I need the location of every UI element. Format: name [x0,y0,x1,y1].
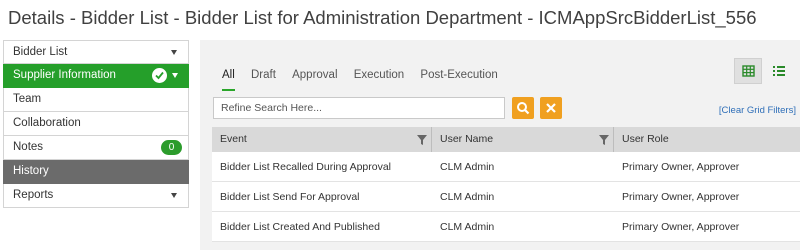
tab-post-execution[interactable]: Post-Execution [420,66,497,84]
cell-user-role: Primary Owner, Approver [622,191,740,203]
tab-execution[interactable]: Execution [354,66,405,84]
chevron-down-icon [171,193,177,198]
sidebar-item-bidder-list[interactable]: Bidder List [3,40,189,64]
column-header-user-name[interactable]: User Name [432,127,614,152]
close-icon [546,103,556,113]
column-header-label: User Role [622,133,669,145]
table-row[interactable]: Bidder List Created And Published CLM Ad… [212,212,800,242]
grid-view-icon [742,65,755,77]
notes-count-badge: 0 [161,140,182,155]
check-icon [152,68,167,83]
tab-draft[interactable]: Draft [251,66,276,84]
grid-header: Event User Name User Role [212,127,800,152]
cell-user-name: CLM Admin [440,191,495,203]
sidebar-item-label: Supplier Information [13,69,116,81]
sidebar-item-supplier-information[interactable]: Supplier Information [3,64,189,88]
sidebar-item-reports[interactable]: Reports [3,184,189,208]
sidebar-item-label: Bidder List [13,46,68,58]
chevron-down-icon [172,73,178,78]
search-button[interactable] [512,97,534,119]
clear-search-button[interactable] [540,97,562,119]
sidebar-item-notes[interactable]: Notes 0 [3,136,189,160]
search-input[interactable] [213,97,505,119]
history-panel: All Draft Approval Execution Post-Execut… [200,40,800,250]
sidebar-item-history[interactable]: History [3,160,189,184]
column-header-label: Event [220,133,247,145]
cell-event: Bidder List Created And Published [220,221,380,233]
filter-icon[interactable] [417,135,427,145]
sidebar-item-collaboration[interactable]: Collaboration [3,112,189,136]
chevron-down-icon [171,50,177,55]
column-header-label: User Name [440,133,494,145]
column-header-user-role[interactable]: User Role [614,127,800,152]
search-icon [517,102,530,115]
sidebar-item-label: Collaboration [13,117,81,129]
sidebar-item-label: Reports [13,189,54,201]
cell-user-name: CLM Admin [440,161,495,173]
sidebar-item-label: Notes [13,141,44,153]
filter-icon[interactable] [599,135,609,145]
table-row[interactable]: Bidder List Send For Approval CLM Admin … [212,182,800,212]
column-header-event[interactable]: Event [212,127,432,152]
cell-user-role: Primary Owner, Approver [622,161,740,173]
tab-all[interactable]: All [222,66,235,91]
tab-approval[interactable]: Approval [292,66,337,84]
page-title: Details - Bidder List - Bidder List for … [8,7,757,28]
clear-grid-filters-link[interactable]: [Clear Grid Filters] [719,105,796,116]
sidebar-item-label: History [13,165,49,177]
sidebar-item-team[interactable]: Team [3,88,189,112]
cell-event: Bidder List Recalled During Approval [220,161,392,173]
phase-tabs: All Draft Approval Execution Post-Execut… [222,66,511,84]
sidebar: Bidder List Supplier Information Team Co… [3,40,189,208]
cell-user-name: CLM Admin [440,221,495,233]
cell-user-role: Primary Owner, Approver [622,221,740,233]
sidebar-item-label: Team [13,93,42,105]
cell-event: Bidder List Send For Approval [220,191,360,203]
list-view-button[interactable] [770,62,788,80]
history-grid: Event User Name User Role Bidder List Re… [212,127,800,242]
list-view-icon [773,66,785,76]
grid-view-button[interactable] [734,58,762,84]
table-row[interactable]: Bidder List Recalled During Approval CLM… [212,152,800,182]
